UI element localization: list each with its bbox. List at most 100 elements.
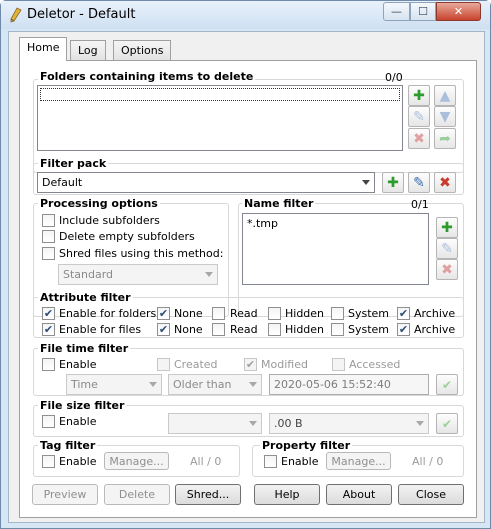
help-button[interactable]: Help: [254, 484, 320, 505]
go-folder-button[interactable]: ➦: [434, 128, 456, 149]
tab-log[interactable]: Log: [70, 40, 106, 60]
file-time-type-value: Time: [71, 378, 98, 391]
tag-filter-manage-button[interactable]: Manage...: [104, 452, 169, 470]
file-time-accessed-checkbox[interactable]: [332, 358, 345, 371]
plus-icon: ✚: [413, 87, 425, 104]
include-subfolders-checkbox[interactable]: [42, 214, 55, 227]
file-size-enable-checkbox[interactable]: [42, 415, 55, 428]
file-size-value: .00 B: [274, 417, 303, 430]
attr-files-system-label: System: [348, 323, 390, 336]
property-filter-enable-checkbox[interactable]: [264, 455, 277, 468]
chevron-down-icon: [362, 180, 370, 185]
tab-log-label: Log: [78, 44, 98, 57]
attr-folders-read-checkbox[interactable]: [212, 307, 225, 320]
about-label: About: [342, 488, 376, 501]
file-time-accessed-label: Accessed: [349, 358, 401, 371]
file-size-value-select[interactable]: .00 B: [269, 413, 429, 434]
file-time-apply-button[interactable]: ✔: [436, 374, 458, 395]
file-time-modified-checkbox[interactable]: ✔: [244, 358, 257, 371]
attr-files-enable-checkbox[interactable]: ✔: [42, 323, 55, 336]
add-folder-button[interactable]: ✚: [408, 85, 430, 106]
plus-icon: ✚: [441, 219, 453, 236]
remove-folder-button[interactable]: ✖: [408, 128, 430, 149]
folders-list[interactable]: [37, 85, 403, 151]
edit-filter-pack-button[interactable]: ✎: [408, 172, 430, 193]
attr-files-label: Enable for files: [59, 323, 142, 336]
attribute-filter-title: Attribute filter: [38, 291, 133, 304]
maximize-button[interactable]: ☐: [410, 2, 436, 21]
file-size-comparison-select[interactable]: [168, 413, 262, 434]
tab-home-label: Home: [27, 41, 60, 54]
attr-folders-enable-checkbox[interactable]: ✔: [42, 307, 55, 320]
file-time-type-select[interactable]: Time: [66, 374, 162, 395]
shred-method-value: Standard: [63, 268, 114, 281]
chevron-down-icon: [149, 382, 157, 387]
file-size-title: File size filter: [38, 399, 127, 412]
attr-folders-hidden-checkbox[interactable]: [268, 307, 281, 320]
tag-filter-enable-label: Enable: [59, 455, 97, 468]
minimize-button[interactable]: —: [383, 2, 410, 21]
attr-files-hidden-label: Hidden: [285, 323, 325, 336]
close-button[interactable]: Close: [398, 484, 464, 505]
remove-filter-pack-button[interactable]: ✖: [434, 172, 456, 193]
attr-folders-none-checkbox[interactable]: ✔: [157, 307, 170, 320]
edit-folder-button[interactable]: ✎: [408, 106, 430, 127]
attr-files-hidden-checkbox[interactable]: [268, 323, 281, 336]
close-window-button[interactable]: ✕: [436, 2, 481, 21]
attr-folders-archive-label: Archive: [414, 307, 456, 320]
tag-filter-title: Tag filter: [38, 439, 98, 452]
attr-folders-none-label: None: [174, 307, 203, 320]
attr-folders-archive-checkbox[interactable]: ✔: [397, 307, 410, 320]
delete-empty-checkbox[interactable]: [42, 230, 55, 243]
tag-filter-enable-checkbox[interactable]: [42, 455, 55, 468]
checkmark-icon: ✔: [158, 307, 169, 320]
tab-home[interactable]: Home: [19, 37, 68, 61]
file-time-datetime-input[interactable]: 2020-05-06 15:52:40: [269, 374, 429, 395]
shred-checkbox[interactable]: [42, 247, 55, 260]
folders-count: 0/0: [385, 71, 403, 84]
file-size-apply-button[interactable]: ✔: [436, 413, 458, 434]
property-filter-manage-label: Manage...: [331, 454, 386, 468]
delete-button[interactable]: Delete: [104, 484, 170, 505]
file-time-created-checkbox[interactable]: [157, 358, 170, 371]
property-filter-manage-button[interactable]: Manage...: [326, 452, 391, 470]
tag-filter-count: All / 0: [190, 455, 222, 468]
file-time-comparison-select[interactable]: Older than: [168, 374, 262, 395]
attr-folders-label: Enable for folders: [59, 307, 157, 320]
folders-title: Folders containing items to delete: [38, 70, 256, 83]
attr-folders-system-label: System: [348, 307, 390, 320]
home-panel: Folders containing items to delete 0/0 ✚…: [19, 60, 477, 518]
attr-folders-system-checkbox[interactable]: [331, 307, 344, 320]
file-time-enable-checkbox[interactable]: [42, 358, 55, 371]
shred-label: Shred files using this method:: [59, 247, 224, 260]
remove-name-filter-button[interactable]: ✖: [436, 259, 458, 280]
checkmark-icon: ✔: [398, 323, 409, 336]
chevron-down-icon: [416, 421, 424, 426]
edit-name-filter-button[interactable]: ✎: [436, 238, 458, 259]
property-filter-count: All / 0: [412, 455, 444, 468]
title-bar[interactable]: Deletor - Default — ☐ ✕: [1, 1, 490, 29]
filter-pack-value: Default: [42, 176, 83, 189]
about-button[interactable]: About: [326, 484, 392, 505]
app-window: Deletor - Default — ☐ ✕ Home Log Options…: [0, 0, 491, 529]
name-filter-list[interactable]: *.tmp: [242, 213, 429, 285]
shred-method-select[interactable]: Standard: [58, 264, 218, 285]
attr-files-read-checkbox[interactable]: [212, 323, 225, 336]
tab-options-label: Options: [121, 44, 164, 57]
add-name-filter-button[interactable]: ✚: [436, 217, 458, 238]
attr-files-none-checkbox[interactable]: ✔: [157, 323, 170, 336]
attr-files-system-checkbox[interactable]: [331, 323, 344, 336]
filter-pack-select[interactable]: Default: [37, 172, 375, 193]
checkmark-icon: ✔: [245, 358, 256, 371]
tab-options[interactable]: Options: [113, 40, 172, 60]
attr-files-archive-checkbox[interactable]: ✔: [397, 323, 410, 336]
attr-files-none-label: None: [174, 323, 203, 336]
tag-filter-manage-label: Manage...: [109, 454, 164, 468]
file-time-created-label: Created: [174, 358, 218, 371]
add-filter-pack-button[interactable]: ✚: [382, 172, 404, 193]
name-filter-item[interactable]: *.tmp: [247, 217, 278, 230]
shred-button[interactable]: Shred...: [175, 484, 241, 505]
move-up-button[interactable]: ▲: [434, 85, 456, 106]
preview-button[interactable]: Preview: [32, 484, 98, 505]
move-down-button[interactable]: ▼: [434, 106, 456, 127]
